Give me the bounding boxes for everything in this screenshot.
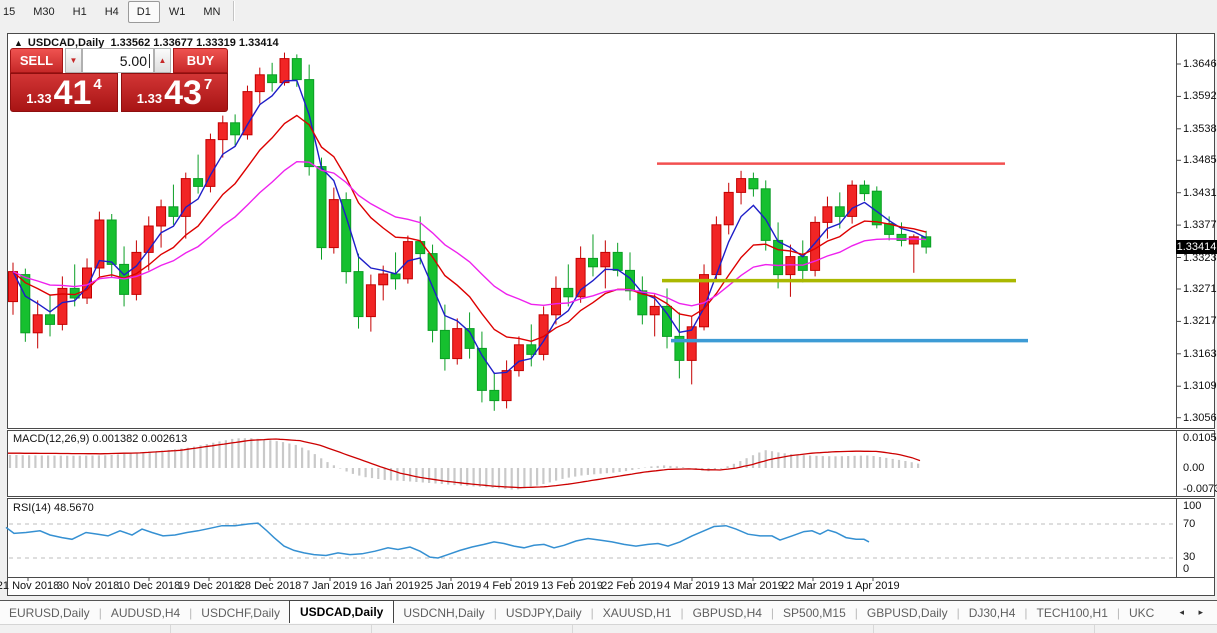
sell-price-prefix: 1.33 <box>26 91 51 106</box>
sell-price-display[interactable]: 1.33 41 4 <box>10 73 118 112</box>
date-axis-label: 19 Dec 2018 <box>178 580 240 592</box>
date-axis-label: 28 Dec 2018 <box>239 580 301 592</box>
date-axis-label: 1 Apr 2019 <box>846 580 899 592</box>
date-axis-label: 22 Mar 2019 <box>782 580 844 592</box>
chart-tab-gbpusd-daily[interactable]: GBPUSD,Daily <box>858 603 957 623</box>
sell-price-big: 41 <box>54 75 92 111</box>
status-bar <box>0 624 1217 633</box>
volume-increase-button[interactable]: ▲ <box>154 48 171 73</box>
rsi-scale-label: 0 <box>1183 563 1189 575</box>
rsi-indicator-label: RSI(14) 48.5670 <box>13 502 94 514</box>
chart-tab-audusd-h4[interactable]: AUDUSD,H4 <box>102 603 189 623</box>
price-axis-label: 1.34315 <box>1183 187 1217 199</box>
chart-tab-eurusd-daily[interactable]: EURUSD,Daily <box>0 603 99 623</box>
chart-tab-usdcnh-daily[interactable]: USDCNH,Daily <box>394 603 493 623</box>
chart-tab-usdjpy-daily[interactable]: USDJPY,Daily <box>497 603 591 623</box>
rsi-line <box>6 523 1174 558</box>
rsi-scale-label: 100 <box>1183 500 1201 512</box>
one-click-trading-panel: SELL ▼ 5.00 ▲ BUY 1.33 41 4 1.33 43 7 <box>10 47 228 112</box>
status-segment <box>874 625 1095 633</box>
price-axis-label: 1.36460 <box>1183 58 1217 70</box>
volume-value: 5.00 <box>120 53 147 69</box>
date-axis-label: 4 Mar 2019 <box>664 580 720 592</box>
mt4-application: 15M30H1H4D1W1MN ▲USDCAD,Daily 1.33562 1.… <box>0 0 1217 633</box>
chart-tab-ukc[interactable]: UKC <box>1120 603 1163 623</box>
price-axis-label: 1.35920 <box>1183 90 1217 102</box>
chart-tab-dj30-h4[interactable]: DJ30,H4 <box>960 603 1025 623</box>
tab-scroll-arrows[interactable]: ◂ ▸ <box>1171 607 1217 618</box>
price-axis-label: 1.33775 <box>1183 219 1217 231</box>
buy-button[interactable]: BUY <box>173 48 228 73</box>
date-axis-label: 7 Jan 2019 <box>303 580 357 592</box>
text-caret <box>149 54 150 68</box>
chart-tab-sp500-m15[interactable]: SP500,M15 <box>774 603 855 623</box>
rsi-scale-label: 70 <box>1183 518 1195 530</box>
buy-price-prefix: 1.33 <box>137 91 162 106</box>
macd-histogram <box>8 438 920 489</box>
rsi-scale-label: 30 <box>1183 551 1195 563</box>
price-axis-label: 1.32170 <box>1183 315 1217 327</box>
chart-tab-usdchf-daily[interactable]: USDCHF,Daily <box>192 603 289 623</box>
date-axis-label: 25 Jan 2019 <box>421 580 482 592</box>
price-axis-label: 1.30565 <box>1183 412 1217 424</box>
date-axis-label: 13 Feb 2019 <box>541 580 603 592</box>
chart-tab-usdcad-daily[interactable]: USDCAD,Daily <box>289 600 394 623</box>
date-axis-label: 16 Jan 2019 <box>360 580 421 592</box>
current-price-badge: 1.33414 <box>1176 240 1217 254</box>
date-axis-label: 30 Nov 2018 <box>57 580 119 592</box>
macd-indicator-label: MACD(12,26,9) 0.001382 0.002613 <box>13 433 187 445</box>
buy-price-display[interactable]: 1.33 43 7 <box>121 73 228 112</box>
chart-tab-tech100-h1[interactable]: TECH100,H1 <box>1028 603 1117 623</box>
macd-scale-label: 0.00 <box>1183 462 1204 474</box>
price-axis-label: 1.31090 <box>1183 380 1217 392</box>
buy-price-sup: 7 <box>204 76 212 93</box>
status-segment <box>0 625 171 633</box>
date-axis-label: 22 Feb 2019 <box>601 580 663 592</box>
chart-tab-xauusd-h1[interactable]: XAUUSD,H1 <box>594 603 681 623</box>
volume-input[interactable]: 5.00 <box>82 48 154 73</box>
sell-price-sup: 4 <box>93 76 101 93</box>
date-axis-label: 13 Mar 2019 <box>722 580 784 592</box>
price-axis-label: 1.34855 <box>1183 154 1217 166</box>
axis-ticks <box>28 64 1181 581</box>
date-axis-label: 21 Nov 2018 <box>0 580 59 592</box>
chart-tab-bar: EURUSD,Daily|AUDUSD,H4|USDCHF,DailyUSDCA… <box>0 600 1217 624</box>
macd-scale-label: -0.0073 <box>1183 483 1217 495</box>
chart-tab-gbpusd-h4[interactable]: GBPUSD,H4 <box>684 603 771 623</box>
buy-price-big: 43 <box>164 75 202 111</box>
price-axis-label: 1.31630 <box>1183 348 1217 360</box>
sell-button[interactable]: SELL <box>10 48 63 73</box>
date-axis-label: 4 Feb 2019 <box>483 580 539 592</box>
volume-decrease-button[interactable]: ▼ <box>65 48 82 73</box>
status-segment <box>372 625 573 633</box>
macd-scale-label: 0.010525 <box>1183 432 1217 444</box>
date-axis-label: 10 Dec 2018 <box>118 580 180 592</box>
status-segment <box>171 625 372 633</box>
price-axis-label: 1.35380 <box>1183 123 1217 135</box>
status-segment <box>573 625 874 633</box>
price-axis-label: 1.32710 <box>1183 283 1217 295</box>
